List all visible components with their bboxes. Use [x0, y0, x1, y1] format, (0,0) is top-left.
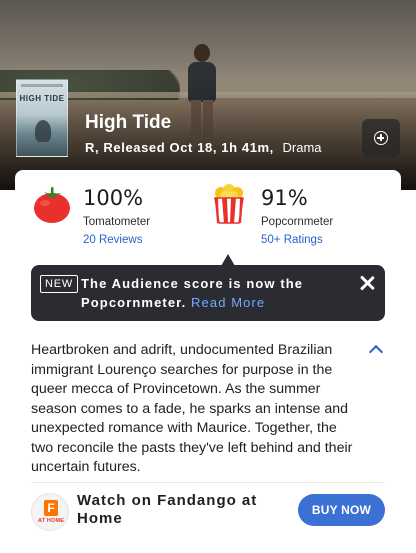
chevron-up-icon[interactable]	[369, 345, 383, 355]
plus-circle-icon	[374, 131, 388, 145]
poster-title: HIGH TIDE	[19, 94, 65, 103]
read-more-link[interactable]: Read More	[191, 295, 265, 310]
notice-message: The Audience score is now the Popcornmet…	[81, 274, 331, 312]
popcornmeter-label: Popcornmeter	[261, 216, 334, 228]
watch-option: F AT HOME Watch on Fandango at Home BUY …	[15, 488, 401, 548]
movie-rating-info: R, Released Oct 18, 1h 41m,	[85, 140, 274, 155]
movie-poster[interactable]: HIGH TIDE	[16, 79, 68, 157]
hero-banner: HIGH TIDE High Tide R, Released Oct 18, …	[0, 0, 416, 190]
fandango-at-home-logo: F AT HOME	[31, 493, 69, 531]
movie-details-card: 100% Tomatometer 20 Reviews 91% Popcornm…	[15, 170, 401, 553]
new-badge: NEW	[40, 275, 79, 293]
movie-meta: R, Released Oct 18, 1h 41m, Drama	[85, 140, 322, 155]
movie-genre: Drama	[282, 140, 322, 155]
buy-now-button[interactable]: BUY NOW	[298, 494, 385, 526]
popcornmeter-score: 91%	[261, 186, 308, 210]
add-to-watchlist-button[interactable]	[362, 119, 400, 157]
scores-row: 100% Tomatometer 20 Reviews 91% Popcornm…	[15, 170, 401, 260]
audience-score-notice: NEW The Audience score is now the Popcor…	[31, 265, 385, 321]
close-icon[interactable]	[359, 275, 375, 291]
tomatometer-score: 100%	[83, 186, 144, 210]
tomato-icon	[34, 187, 70, 223]
divider	[31, 482, 385, 483]
tomatometer-label: Tomatometer	[83, 216, 151, 228]
movie-synopsis: Heartbroken and adrift, undocumented Bra…	[31, 342, 353, 475]
tomatometer-reviews-link[interactable]: 20 Reviews	[83, 234, 142, 246]
watch-provider-text: Watch on Fandango at Home	[77, 492, 258, 527]
movie-title: High Tide	[85, 112, 172, 133]
popcorn-icon	[214, 184, 244, 224]
popcornmeter-ratings-link[interactable]: 50+ Ratings	[261, 234, 323, 246]
